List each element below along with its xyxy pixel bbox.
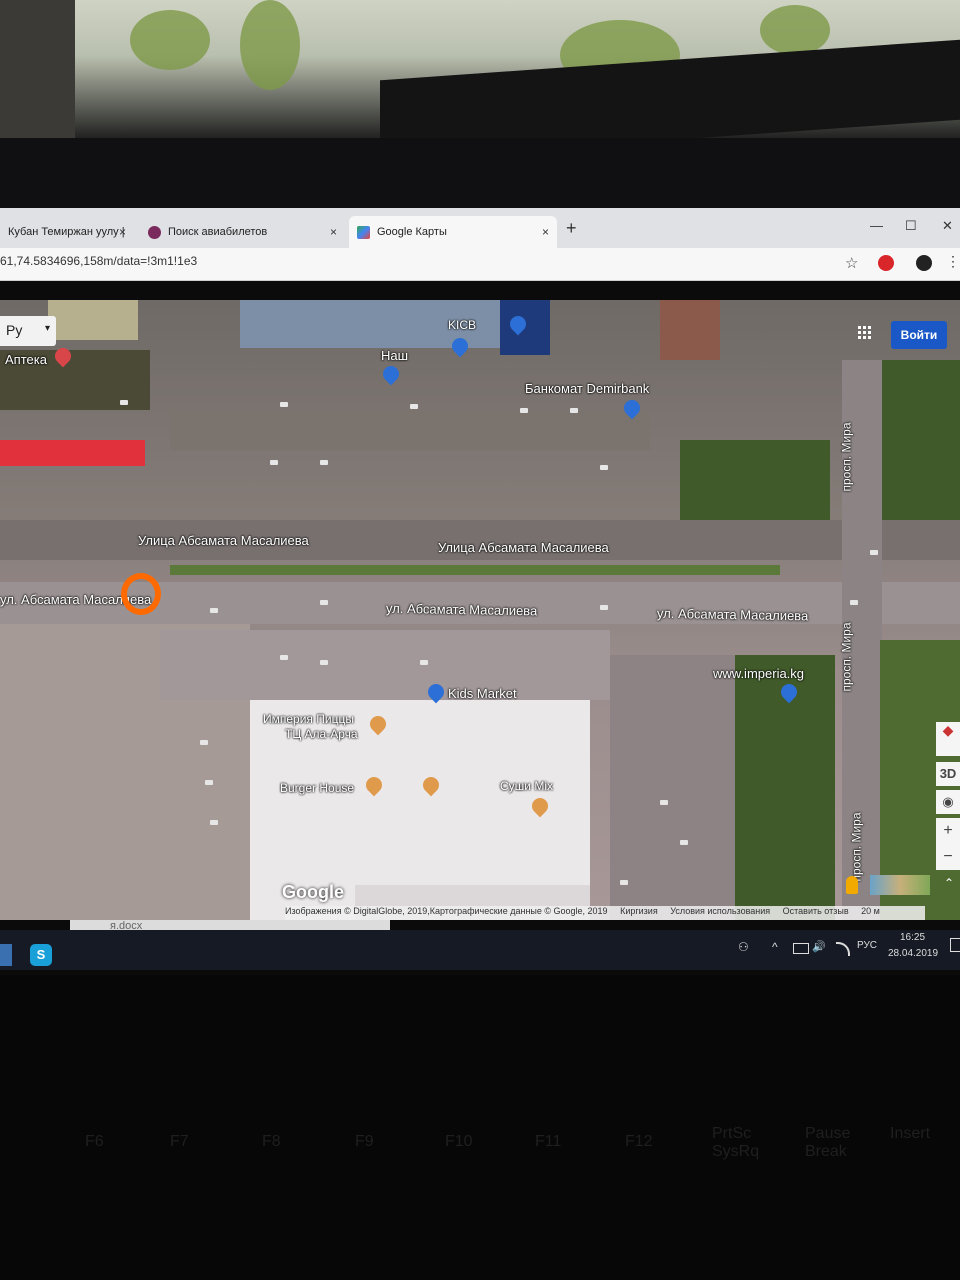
laptop-keyboard: F6 F7 F8 F9 F10 F11 F12 PrtSc SysRq Paus…: [0, 975, 960, 1280]
monitor-bezel: [0, 138, 960, 208]
street-label: ул. Абсамата Масалиева: [656, 605, 809, 624]
3d-button[interactable]: 3D: [936, 762, 960, 786]
street-label: Улица Абсамата Масалиева: [138, 533, 309, 548]
skype-icon[interactable]: S: [30, 944, 52, 966]
compass-icon[interactable]: ◆: [936, 722, 960, 756]
keyboard-key: Pause Break: [805, 1125, 851, 1160]
terms-link[interactable]: Условия использования: [670, 906, 770, 916]
keyboard-key: PrtSc SysRq: [712, 1125, 760, 1160]
extension-icon[interactable]: [878, 255, 894, 271]
maximize-button[interactable]: ☐: [905, 218, 917, 234]
battery-icon[interactable]: [793, 943, 809, 954]
expand-icon[interactable]: ⌃: [944, 876, 954, 890]
scale-label[interactable]: 20 м: [861, 906, 880, 916]
red-roof-building: [0, 440, 145, 466]
label-sushi-mix[interactable]: Суши Mix: [500, 779, 553, 793]
profile-icon[interactable]: [916, 255, 932, 271]
tab-aviabilety[interactable]: Поиск авиабилетов ×: [140, 216, 345, 248]
label-imperia[interactable]: www.imperia.kg: [713, 666, 804, 681]
google-apps-icon[interactable]: [858, 326, 872, 340]
language-select[interactable]: Ру ▾: [0, 316, 56, 346]
keyboard-key: F10: [445, 1133, 473, 1150]
keyboard-key: F11: [535, 1133, 562, 1150]
notifications-icon[interactable]: [950, 938, 960, 952]
label-nash[interactable]: Наш: [381, 348, 408, 363]
tab-close-icon[interactable]: ×: [542, 225, 549, 239]
signin-button[interactable]: Войти: [891, 321, 947, 349]
close-window-button[interactable]: ✕: [942, 218, 953, 234]
keyboard-key: F6: [85, 1133, 104, 1150]
tab-label: Google Карты: [377, 226, 447, 238]
country-link[interactable]: Киргизия: [620, 906, 658, 916]
chevron-down-icon: ▾: [44, 323, 50, 334]
street-label: просп. Мира: [839, 622, 854, 692]
tab-label: Кубан Темиржан уулу |: [8, 226, 125, 238]
background-photo: [0, 0, 960, 140]
my-location-icon[interactable]: ◉: [936, 790, 960, 814]
label-apteka[interactable]: Аптека: [5, 352, 47, 367]
new-tab-button[interactable]: +: [566, 218, 577, 239]
shop-pin-icon[interactable]: [379, 362, 403, 386]
language-select-value: Ру: [6, 322, 23, 338]
street-label: просп. Мира: [849, 812, 864, 882]
clock-time[interactable]: 16:25: [900, 932, 925, 943]
feedback-link[interactable]: Оставить отзыв: [783, 906, 849, 916]
building-right: [660, 300, 720, 360]
url-field[interactable]: 61,74.5834696,158m/data=!3m1!1e3: [0, 254, 197, 268]
aviasales-icon: [148, 225, 161, 239]
input-language[interactable]: РУС: [857, 940, 877, 951]
google-logo: Google: [282, 882, 344, 902]
pegman-icon[interactable]: [846, 876, 858, 894]
label-imperia-pizza[interactable]: Империя Пиццы: [263, 712, 354, 726]
people-icon[interactable]: ⚇: [738, 940, 749, 954]
layers-thumbnail[interactable]: [870, 875, 930, 895]
label-burger-house[interactable]: Burger House: [280, 781, 354, 795]
minimize-button[interactable]: —: [870, 218, 883, 233]
browser-tab-bar: Кубан Темиржан уулу | × Поиск авиабилето…: [0, 208, 960, 248]
tab-close-icon[interactable]: ×: [119, 225, 126, 239]
google-maps-icon: [357, 225, 370, 239]
tab-kuban[interactable]: Кубан Темиржан уулу | ×: [0, 216, 134, 248]
label-bankomat[interactable]: Банкомат Demirbank: [525, 381, 649, 396]
label-kicb[interactable]: KICB: [448, 318, 476, 332]
location-marker-circle: [121, 573, 161, 615]
zoom-in-button[interactable]: +: [936, 818, 960, 844]
keyboard-key: F8: [262, 1133, 281, 1150]
tab-close-icon[interactable]: ×: [330, 225, 337, 239]
tab-label: Поиск авиабилетов: [168, 226, 268, 238]
keyboard-key: F7: [170, 1133, 189, 1150]
street-label: Улица Абсамата Масалиева: [438, 540, 609, 555]
volume-icon[interactable]: 🔊: [812, 940, 826, 953]
label-kids-market[interactable]: Kids Market: [448, 686, 517, 701]
keyboard-key: F9: [355, 1133, 374, 1150]
street-label: ул. Абсамата Масалиева: [385, 600, 538, 619]
clock-date[interactable]: 28.04.2019: [888, 948, 938, 959]
label-tc-ala-archa[interactable]: ТЦ Ала-Арча: [285, 727, 358, 741]
map-attribution: Изображения © DigitalGlobe, 2019,Картогр…: [285, 906, 925, 920]
imagery-credit: Изображения © DigitalGlobe, 2019,Картогр…: [285, 906, 608, 916]
tab-google-maps[interactable]: Google Карты ×: [349, 216, 557, 248]
taskbar-app-icon[interactable]: [0, 944, 12, 966]
tray-chevron-icon[interactable]: ^: [772, 940, 778, 954]
keyboard-key: F12: [625, 1133, 653, 1150]
browser-menu-icon[interactable]: ⋮: [946, 253, 960, 270]
street-label: просп. Мира: [839, 422, 854, 492]
median: [170, 565, 780, 575]
zoom-out-button[interactable]: −: [936, 844, 960, 870]
building-left: [48, 300, 138, 340]
bookmark-star-icon[interactable]: ☆: [845, 254, 858, 272]
keyboard-key: Insert: [890, 1125, 931, 1142]
